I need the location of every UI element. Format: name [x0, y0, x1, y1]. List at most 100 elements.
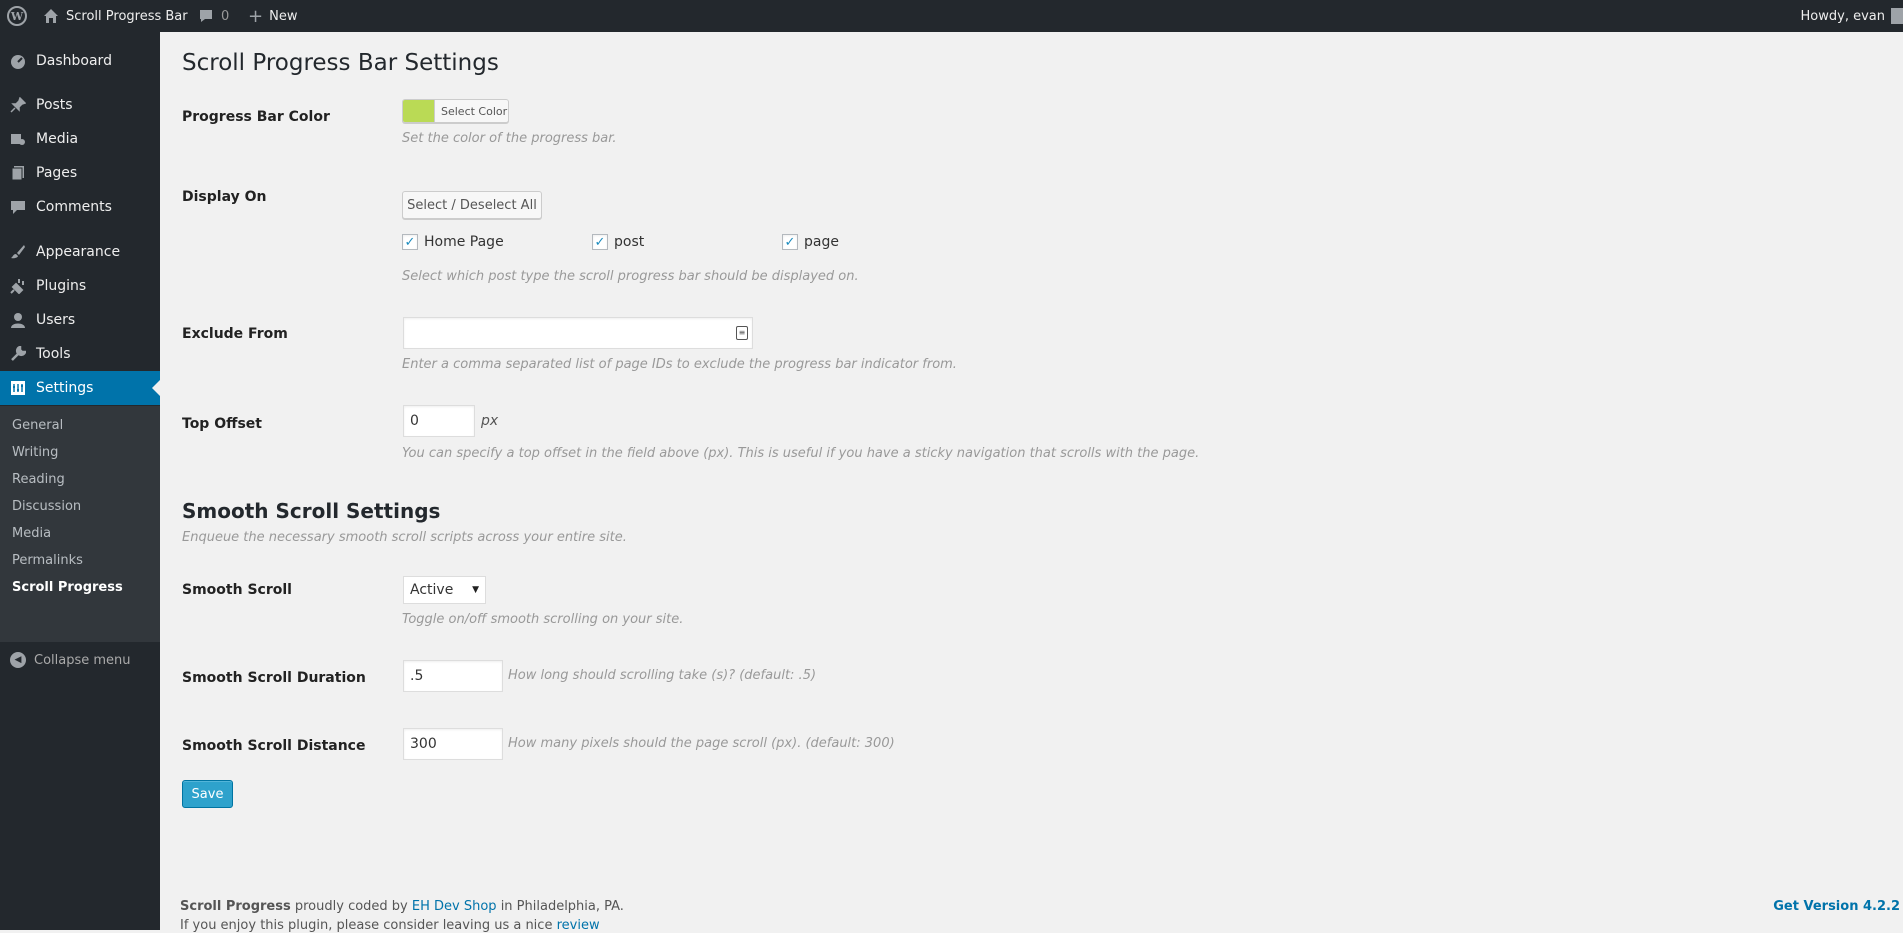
- smooth-scroll-distance-value: 300: [410, 736, 437, 752]
- submenu-writing[interactable]: Writing: [12, 445, 58, 460]
- smooth-scroll-label: Smooth Scroll: [182, 582, 292, 598]
- smooth-scroll-duration-input[interactable]: .5: [403, 660, 503, 692]
- new-content-link[interactable]: + New: [248, 0, 297, 32]
- checkbox-home-page[interactable]: ✓ Home Page: [402, 234, 504, 250]
- footer-review-line: If you enjoy this plugin, please conside…: [180, 918, 600, 933]
- menu-appearance[interactable]: Appearance: [0, 235, 160, 269]
- smooth-scroll-value: Active: [410, 582, 454, 598]
- menu-plugins[interactable]: Plugins: [0, 269, 160, 303]
- smooth-scroll-section-title: Smooth Scroll Settings: [182, 499, 441, 523]
- menu-label: Posts: [36, 97, 73, 113]
- menu-label: Comments: [36, 199, 112, 215]
- footer-text-2: in Philadelphia, PA.: [500, 899, 624, 914]
- checkbox-post[interactable]: ✓ post: [592, 234, 644, 250]
- menu-posts[interactable]: Posts: [0, 88, 160, 122]
- footer-line-2: If you enjoy this plugin, please conside…: [180, 918, 553, 933]
- comment-icon: [9, 198, 27, 216]
- select-color-button[interactable]: Select Color: [402, 99, 509, 123]
- comments-link[interactable]: 0: [198, 0, 229, 32]
- checkbox-label: Home Page: [424, 234, 504, 250]
- menu-label: Pages: [36, 165, 78, 181]
- menu-users[interactable]: Users: [0, 303, 160, 337]
- menu-label: Users: [36, 312, 76, 328]
- settings-submenu: General Writing Reading Discussion Media…: [0, 406, 160, 642]
- comments-count: 0: [221, 8, 230, 24]
- get-version-link[interactable]: Get Version 4.2.2: [1773, 899, 1900, 914]
- smooth-scroll-select[interactable]: Active ▼: [403, 576, 486, 604]
- smooth-scroll-section-description: Enqueue the necessary smooth scroll scri…: [182, 530, 627, 545]
- footer-plugin-name: Scroll Progress: [180, 899, 291, 914]
- menu-label: Appearance: [36, 244, 121, 260]
- media-icon: [9, 130, 27, 148]
- smooth-scroll-duration-value: .5: [410, 668, 424, 684]
- select-deselect-all-button[interactable]: Select / Deselect All: [402, 191, 542, 219]
- wordpress-logo-icon[interactable]: W: [7, 0, 27, 32]
- menu-media[interactable]: Media: [0, 122, 160, 156]
- plug-icon: [9, 277, 27, 295]
- main-content: Scroll Progress Bar Settings Progress Ba…: [160, 32, 1903, 933]
- checkmark-icon: ✓: [782, 234, 798, 250]
- avatar[interactable]: [1891, 0, 1903, 32]
- pages-icon: [9, 164, 27, 182]
- display-on-description: Select which post type the scroll progre…: [402, 269, 859, 284]
- submenu-discussion[interactable]: Discussion: [12, 499, 81, 514]
- menu-label: Plugins: [36, 278, 87, 294]
- menu-tools[interactable]: Tools: [0, 337, 160, 371]
- exclude-from-label: Exclude From: [182, 326, 288, 342]
- pin-icon: [9, 96, 27, 114]
- author-link[interactable]: EH Dev Shop: [412, 899, 497, 914]
- user-icon: [9, 311, 27, 329]
- checkbox-page[interactable]: ✓ page: [782, 234, 839, 250]
- smooth-scroll-description: Toggle on/off smooth scrolling on your s…: [402, 612, 684, 627]
- dashboard-icon: [9, 52, 27, 70]
- submenu-scroll-progress[interactable]: Scroll Progress: [12, 580, 123, 595]
- progress-bar-color-description: Set the color of the progress bar.: [402, 131, 617, 146]
- smooth-scroll-duration-label: Smooth Scroll Duration: [182, 670, 366, 686]
- submenu-permalinks[interactable]: Permalinks: [12, 553, 83, 568]
- top-offset-description: You can specify a top offset in the fiel…: [402, 446, 1200, 461]
- wrench-icon: [9, 345, 27, 363]
- top-offset-value: 0: [410, 413, 419, 429]
- menu-label: Settings: [36, 380, 94, 396]
- home-icon: [44, 9, 58, 23]
- menu-settings[interactable]: Settings: [0, 371, 160, 405]
- top-offset-unit: px: [481, 413, 499, 429]
- greeting: Howdy, evan: [1800, 8, 1885, 24]
- collapse-menu-label: Collapse menu: [34, 652, 131, 668]
- new-label: New: [269, 8, 298, 24]
- admin-sidebar: Dashboard Posts Media Pages Comments App…: [0, 32, 160, 930]
- footer-credit: Scroll Progress proudly coded by EH Dev …: [180, 899, 624, 914]
- checkmark-icon: ✓: [402, 234, 418, 250]
- menu-dashboard[interactable]: Dashboard: [0, 44, 160, 78]
- autofill-icon: ≡: [736, 326, 748, 340]
- menu-pages[interactable]: Pages: [0, 156, 160, 190]
- smooth-scroll-distance-input[interactable]: 300: [403, 728, 503, 760]
- checkbox-label: page: [804, 234, 839, 250]
- save-button[interactable]: Save: [182, 780, 233, 808]
- top-offset-input[interactable]: 0: [403, 405, 475, 437]
- color-swatch: [403, 100, 435, 122]
- progress-bar-color-label: Progress Bar Color: [182, 109, 330, 125]
- submenu-general[interactable]: General: [12, 418, 63, 433]
- menu-label: Media: [36, 131, 79, 147]
- smooth-scroll-distance-label: Smooth Scroll Distance: [182, 738, 366, 754]
- exclude-from-input[interactable]: ≡: [403, 317, 753, 349]
- submenu-media[interactable]: Media: [12, 526, 51, 541]
- review-link[interactable]: review: [557, 918, 600, 933]
- current-menu-arrow: [152, 380, 160, 396]
- plus-icon: +: [248, 5, 264, 27]
- menu-comments[interactable]: Comments: [0, 190, 160, 224]
- checkbox-label: post: [614, 234, 645, 250]
- site-name-link[interactable]: Scroll Progress Bar: [43, 0, 188, 32]
- submenu-reading[interactable]: Reading: [12, 472, 65, 487]
- select-color-label: Select Color: [441, 104, 508, 118]
- collapse-menu-button[interactable]: ◀ Collapse menu: [10, 652, 131, 668]
- top-offset-label: Top Offset: [182, 416, 262, 432]
- account-menu[interactable]: Howdy, evan: [1801, 0, 1885, 32]
- dropdown-arrow-icon: ▼: [472, 585, 479, 595]
- footer-text-1: proudly coded by: [294, 899, 408, 914]
- smooth-scroll-distance-description: How many pixels should the page scroll (…: [508, 736, 895, 751]
- collapse-arrow-icon: ◀: [10, 652, 26, 668]
- checkmark-icon: ✓: [592, 234, 608, 250]
- admin-bar: W Scroll Progress Bar 0 + New Howdy, eva…: [0, 0, 1903, 32]
